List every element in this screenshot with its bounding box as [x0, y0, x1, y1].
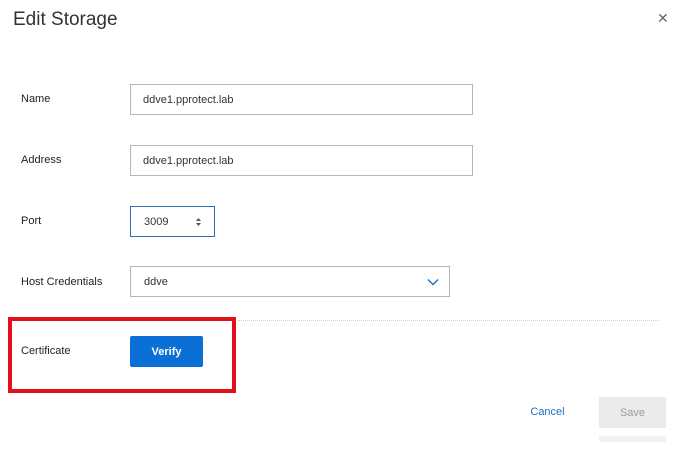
section-divider — [238, 320, 660, 321]
host-credentials-select[interactable]: ddve — [130, 266, 450, 297]
name-input[interactable] — [130, 84, 473, 115]
stepper-svg — [196, 217, 201, 226]
port-value: 3009 — [144, 215, 169, 228]
footer-strip — [599, 436, 666, 442]
address-label: Address — [21, 154, 62, 166]
verify-button[interactable]: Verify — [130, 336, 203, 367]
host-credentials-value: ddve — [144, 275, 168, 288]
port-label: Port — [21, 215, 42, 227]
stepper-arrows-icon[interactable] — [195, 217, 202, 227]
dialog-title: Edit Storage — [13, 9, 118, 30]
port-stepper[interactable]: 3009 — [130, 206, 215, 237]
name-label: Name — [21, 93, 51, 105]
save-button[interactable]: Save — [599, 397, 666, 428]
certificate-label: Certificate — [21, 345, 71, 357]
close-icon[interactable]: ✕ — [657, 10, 669, 26]
host-credentials-label: Host Credentials — [21, 276, 103, 288]
cancel-button[interactable]: Cancel — [520, 398, 575, 426]
address-input[interactable] — [130, 145, 473, 176]
chevron-down-icon — [427, 278, 439, 285]
